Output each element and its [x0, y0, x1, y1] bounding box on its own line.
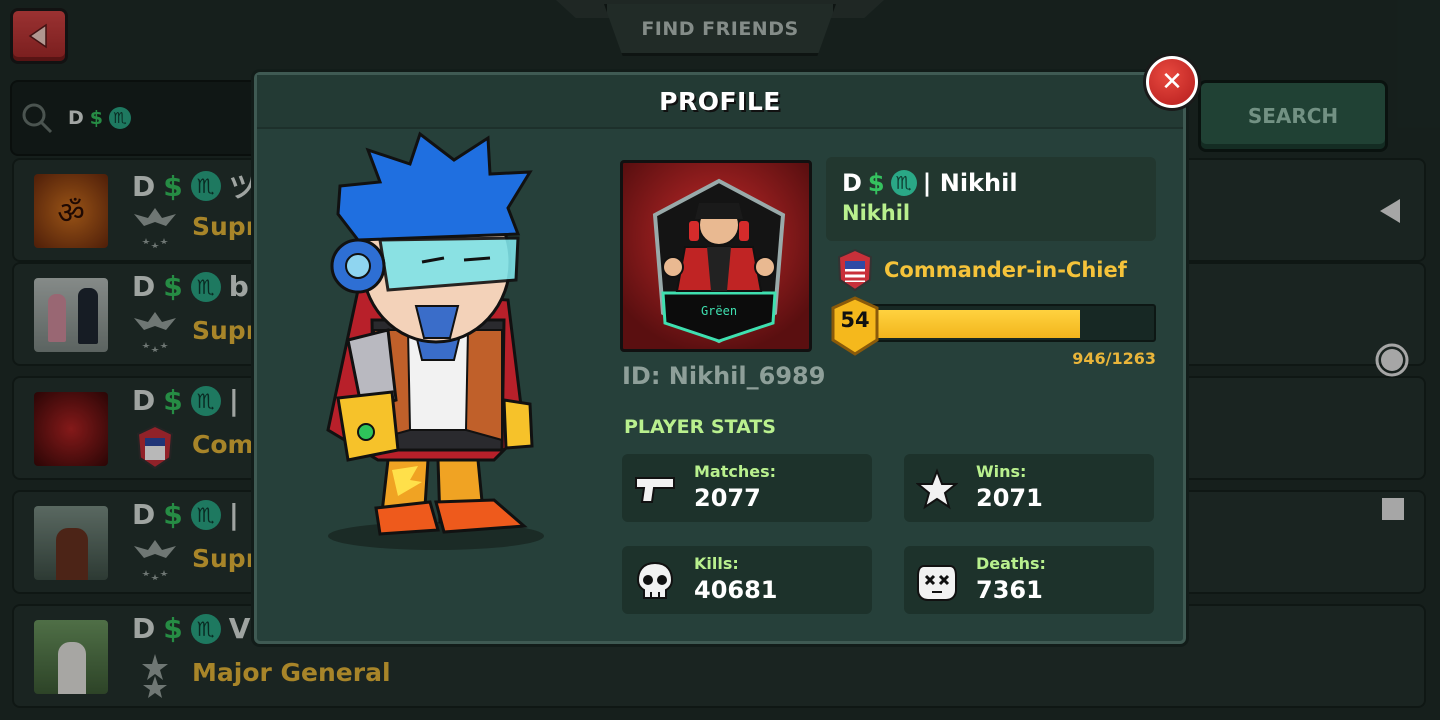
player-id: ID: Nikhil_6989 [622, 362, 826, 390]
modal-header: PROFILE [257, 75, 1183, 129]
username: Nikhil [842, 201, 911, 225]
stats-title: PLAYER STATS [624, 416, 776, 438]
skull-icon [636, 561, 674, 599]
stat-card-wins: Wins: 2071 [904, 454, 1154, 522]
name-card: D $ ♏ | Nikhil Nikhil [826, 157, 1156, 241]
rank-title: Commander-in-Chief [884, 258, 1127, 282]
pistol-icon [635, 477, 675, 503]
stat-value: 2071 [976, 484, 1043, 512]
rank-row: Commander-in-Chief [836, 248, 1127, 292]
xp-progress-bar [868, 304, 1156, 342]
close-button[interactable]: ✕ [1146, 56, 1198, 108]
stat-value: 40681 [694, 576, 778, 604]
rank-flag-shield-icon [837, 248, 873, 292]
stat-value: 2077 [694, 484, 761, 512]
level-number: 54 [840, 308, 870, 332]
stat-value: 7361 [976, 576, 1043, 604]
star-icon [916, 468, 958, 510]
xp-progress-fill [870, 310, 1080, 338]
character-avatar [326, 131, 544, 550]
stat-card-matches: Matches: 2077 [622, 454, 872, 522]
profile-emblem: Grëen [620, 160, 812, 352]
stat-label: Wins: [976, 462, 1027, 481]
stat-label: Kills: [694, 554, 739, 573]
close-icon: ✕ [1161, 67, 1183, 97]
modal-title: PROFILE [659, 86, 781, 116]
dead-face-icon [917, 565, 957, 601]
emblem-text: Grëen [701, 304, 737, 318]
stat-label: Deaths: [976, 554, 1046, 573]
stat-label: Matches: [694, 462, 777, 481]
xp-text: 946/1263 [1072, 349, 1156, 368]
stat-card-kills: Kills: 40681 [622, 546, 872, 614]
stat-card-deaths: Deaths: 7361 [904, 546, 1154, 614]
display-name: D $ ♏ | Nikhil [842, 169, 1018, 197]
